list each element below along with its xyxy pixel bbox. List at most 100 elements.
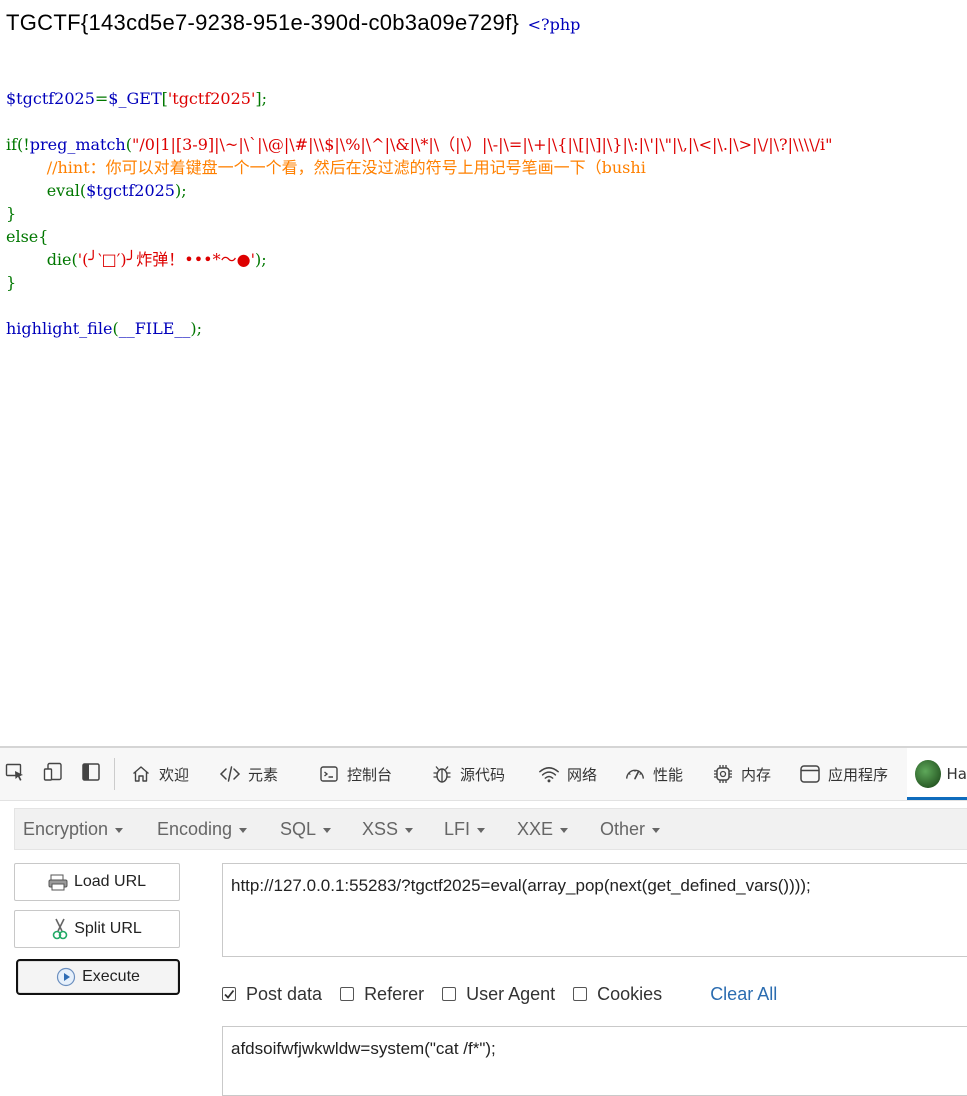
button-label: Load URL xyxy=(73,873,147,890)
post-data-checkbox[interactable] xyxy=(222,987,236,1001)
tab-network[interactable]: 网络 xyxy=(538,748,597,800)
menu-label: SQL xyxy=(280,818,317,839)
flag-line: TGCTF{143cd5e7-9238-951e-390d-c0b3a09e72… xyxy=(6,10,580,36)
menu-xss[interactable]: XSS xyxy=(362,809,414,849)
menu-lfi[interactable]: LFI xyxy=(444,809,486,849)
hackbar-menubar: Encryption Encoding SQL XSS LFI XXE Othe… xyxy=(14,808,967,850)
caret-down-icon xyxy=(405,827,414,833)
menu-label: Encoding xyxy=(157,818,233,839)
tab-elements[interactable]: 元素 xyxy=(219,748,278,800)
page-content: TGCTF{143cd5e7-9238-951e-390d-c0b3a09e72… xyxy=(0,0,967,746)
tab-application[interactable]: 应用程序 xyxy=(799,748,888,800)
tab-label: 欢迎 xyxy=(159,765,190,784)
split-url-button[interactable]: Split URL xyxy=(14,910,180,948)
tab-label: 性能 xyxy=(653,765,684,784)
tab-welcome[interactable]: 欢迎 xyxy=(130,748,189,800)
caret-down-icon xyxy=(323,827,332,833)
menu-label: Other xyxy=(600,818,646,839)
code-token: 'tgctf2025' xyxy=(167,89,256,108)
caret-down-icon xyxy=(652,827,661,833)
php-open-tag: <?php xyxy=(527,15,581,34)
code-token: "/0|1|[3-9]|\~|\`|\@|\#|\\$|\%|\^|\&|\*|… xyxy=(131,135,833,154)
code-token: preg_match xyxy=(29,135,126,154)
tab-hackbar[interactable]: Ha xyxy=(907,748,967,800)
code-token: highlight_file xyxy=(6,319,113,338)
tab-label: 网络 xyxy=(567,765,598,784)
menu-label: XSS xyxy=(362,818,399,839)
code-comment: //hint：你可以对着键盘一个一个看，然后在没过滤的符号上用记号笔画一下（bu… xyxy=(46,158,646,177)
code-token: die( xyxy=(46,250,78,269)
hackbar-logo-icon xyxy=(915,760,941,788)
menu-encoding[interactable]: Encoding xyxy=(157,809,248,849)
tab-performance[interactable]: 性能 xyxy=(624,748,683,800)
user-agent-option[interactable]: User Agent xyxy=(442,984,555,1005)
caret-down-icon xyxy=(115,827,124,833)
device-emulation-icon[interactable] xyxy=(42,761,64,783)
referer-checkbox[interactable] xyxy=(340,987,355,1001)
button-label: Execute xyxy=(82,968,140,985)
inspect-element-icon[interactable] xyxy=(4,761,26,783)
post-data-textarea[interactable]: afdsoifwfjwkwldw=system("cat /f*"); xyxy=(222,1026,967,1096)
scissors-icon xyxy=(52,918,68,940)
menu-other[interactable]: Other xyxy=(600,809,661,849)
devtools-panel: 欢迎 元素 控制台 源代码 网络 性能 内存 应用程序 Ha Encryptio… xyxy=(0,746,967,1096)
menu-label: LFI xyxy=(444,818,471,839)
home-icon xyxy=(130,763,152,785)
code-token: ); xyxy=(190,319,203,338)
code-token: } xyxy=(6,204,17,223)
tab-label: 应用程序 xyxy=(828,765,889,784)
tab-console[interactable]: 控制台 xyxy=(318,748,392,800)
menu-xxe[interactable]: XXE xyxy=(517,809,569,849)
tab-label: 源代码 xyxy=(460,765,506,784)
menu-label: XXE xyxy=(517,818,554,839)
tab-sources[interactable]: 源代码 xyxy=(431,748,505,800)
user-agent-checkbox[interactable] xyxy=(442,987,457,1001)
play-icon xyxy=(56,967,76,987)
load-url-button[interactable]: Load URL xyxy=(14,863,180,901)
window-icon xyxy=(799,763,821,785)
code-token: __FILE__ xyxy=(118,319,191,338)
code-token: $tgctf2025 xyxy=(86,181,175,200)
tab-label: 内存 xyxy=(741,765,772,784)
code-token: } xyxy=(6,273,17,292)
code-icon xyxy=(219,763,241,785)
option-label: User Agent xyxy=(466,983,556,1004)
code-token: if(! xyxy=(6,135,30,154)
tab-separator xyxy=(114,758,115,790)
menu-sql[interactable]: SQL xyxy=(280,809,332,849)
flag-text: TGCTF{143cd5e7-9238-951e-390d-c0b3a09e72… xyxy=(6,10,520,35)
tab-memory[interactable]: 内存 xyxy=(712,748,771,800)
code-token: '(╯‵□′)╯炸弹！•••*～●' xyxy=(77,250,255,269)
button-label: Split URL xyxy=(74,920,142,937)
menu-label: Encryption xyxy=(23,818,109,839)
tab-label: Ha xyxy=(946,765,967,783)
gauge-icon xyxy=(624,763,646,785)
wifi-icon xyxy=(538,763,560,785)
devtools-tabbar: 欢迎 元素 控制台 源代码 网络 性能 内存 应用程序 Ha xyxy=(0,748,967,801)
code-token: eval( xyxy=(46,181,87,200)
execute-button[interactable]: Execute xyxy=(16,959,180,995)
caret-down-icon xyxy=(560,827,569,833)
tab-label: 元素 xyxy=(248,765,279,784)
code-token: $tgctf2025 xyxy=(6,89,95,108)
referer-option[interactable]: Referer xyxy=(340,984,424,1005)
url-textarea[interactable]: http://127.0.0.1:55283/?tgctf2025=eval(a… xyxy=(222,863,967,957)
tab-label: 控制台 xyxy=(347,765,393,784)
option-label: Referer xyxy=(364,983,425,1004)
cookies-option[interactable]: Cookies xyxy=(573,984,662,1005)
code-token: ); xyxy=(174,181,187,200)
chip-icon xyxy=(712,763,734,785)
clear-all-link[interactable]: Clear All xyxy=(710,984,777,1005)
code-token: = xyxy=(94,89,109,108)
bug-icon xyxy=(431,763,453,785)
option-label: Post data xyxy=(246,983,323,1004)
console-icon xyxy=(318,763,340,785)
cookies-checkbox[interactable] xyxy=(573,987,588,1001)
checkmark-icon xyxy=(224,989,235,999)
post-data-option[interactable]: Post data xyxy=(222,984,322,1005)
caret-down-icon xyxy=(477,827,486,833)
code-token: $_GET xyxy=(108,89,162,108)
menu-encryption[interactable]: Encryption xyxy=(23,809,124,849)
load-url-icon xyxy=(48,873,68,891)
dock-side-icon[interactable] xyxy=(80,761,102,783)
